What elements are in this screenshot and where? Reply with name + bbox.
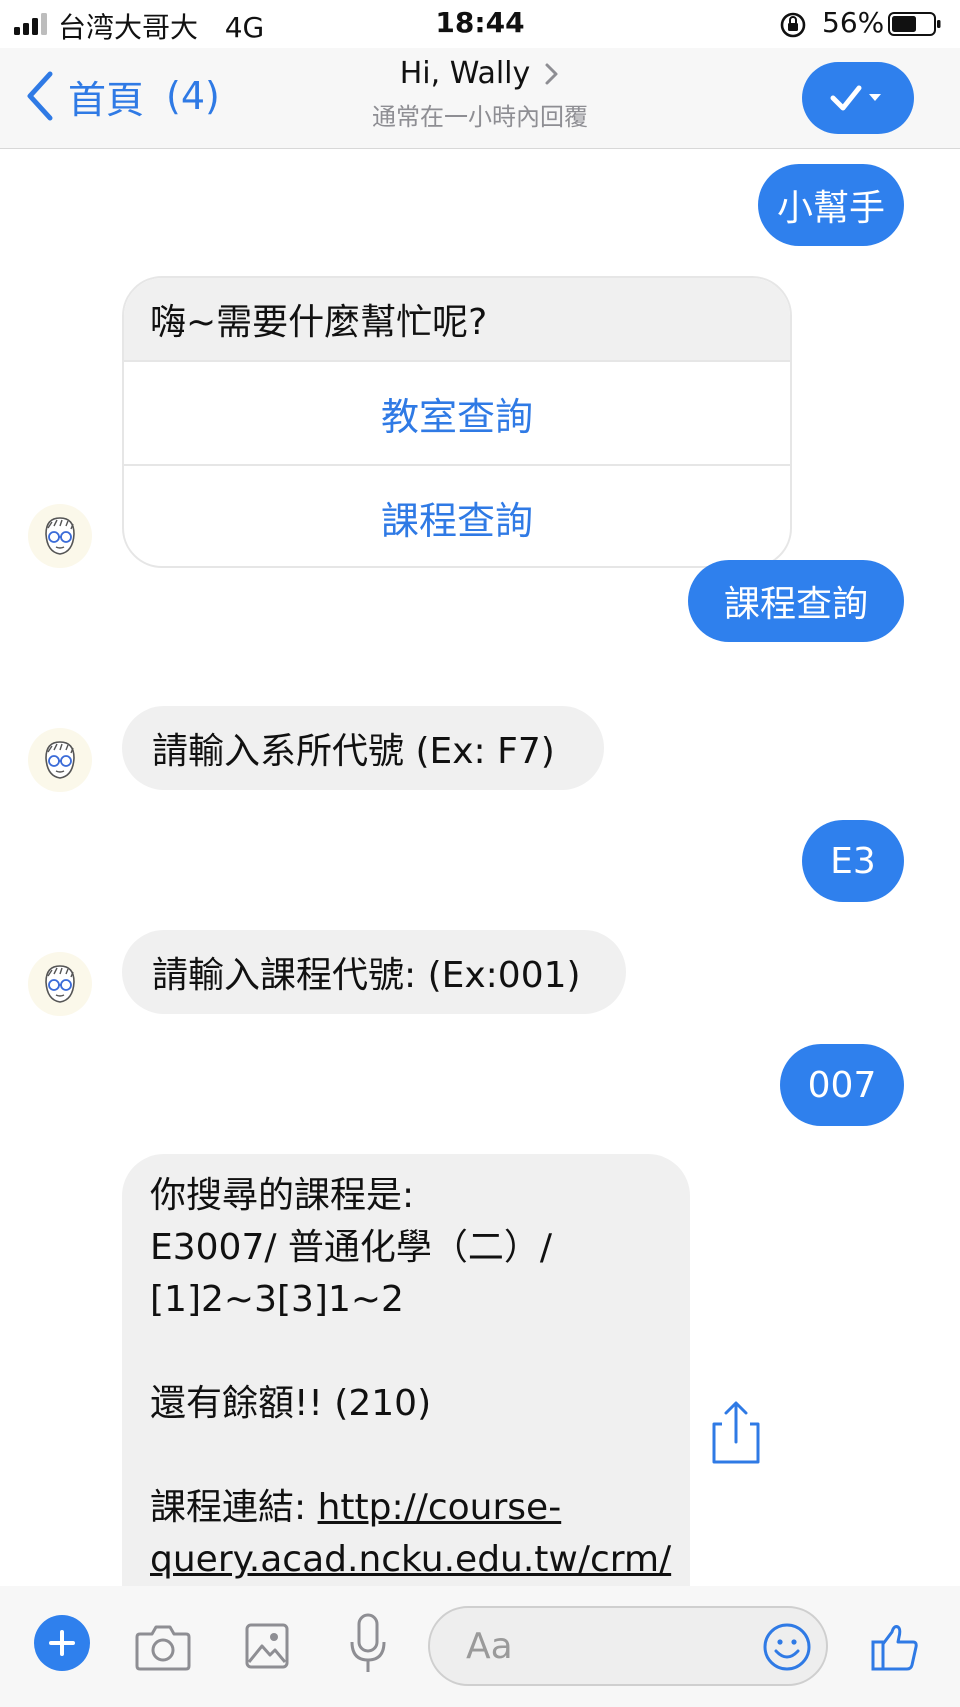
bot-avatar-icon	[29, 953, 91, 1015]
chat-thread[interactable]: 小幫手 嗨~需要什麼幫忙呢? 教室查詢 課程查詢 課程查詢 請輸入系所代號 (E…	[0, 150, 960, 1586]
result-link-label: 課程連結:	[150, 1487, 318, 1528]
status-bar: 台湾大哥大 4G 18:44 56%	[0, 0, 960, 48]
bot-avatar-icon	[29, 505, 91, 567]
message-incoming: 請輸入系所代號 (Ex: F7)	[122, 706, 604, 790]
classroom-query-button[interactable]: 教室查詢	[124, 362, 790, 464]
message-incoming: 請輸入課程代號: (Ex:001)	[122, 930, 626, 1014]
message-input[interactable]	[464, 1624, 748, 1668]
message-outgoing: 課程查詢	[688, 560, 904, 642]
result-line: [1]2~3[3]1~2	[150, 1279, 404, 1320]
microphone-icon[interactable]	[348, 1612, 388, 1678]
message-composer	[0, 1586, 960, 1707]
result-link-row: query.acad.ncku.edu.tw/crm/	[150, 1534, 671, 1586]
check-icon	[830, 85, 881, 111]
course-result-message: 你搜尋的課程是: E3007/ 普通化學（二）/ [1]2~3[3]1~2 還有…	[122, 1154, 690, 1586]
battery-icon	[888, 12, 941, 36]
message-outgoing: 007	[780, 1044, 904, 1126]
emoji-icon[interactable]	[762, 1622, 812, 1672]
checkmark-menu-button[interactable]	[802, 62, 914, 134]
share-icon[interactable]	[708, 1398, 764, 1468]
add-button[interactable]	[34, 1615, 90, 1671]
avatar[interactable]	[28, 952, 92, 1016]
result-line: E3007/ 普通化學（二）/	[150, 1227, 553, 1268]
nav-bar: 首頁 (4) Hi, Wally 通常在一小時內回覆	[0, 48, 960, 149]
battery-percent: 56%	[822, 6, 885, 39]
message-outgoing: 小幫手	[758, 164, 904, 246]
page-title: Hi, Wally	[399, 56, 531, 91]
quick-reply-card: 嗨~需要什麼幫忙呢? 教室查詢 課程查詢	[122, 276, 792, 568]
course-query-button[interactable]: 課程查詢	[124, 464, 790, 566]
message-input-box[interactable]	[428, 1606, 828, 1686]
image-icon[interactable]	[244, 1622, 290, 1670]
result-link-row: 課程連結: http://course-	[150, 1482, 662, 1534]
thumbs-up-icon[interactable]	[870, 1622, 920, 1672]
rotation-lock-icon	[780, 12, 806, 38]
result-line: 你搜尋的課程是:	[150, 1175, 415, 1216]
course-link[interactable]: http://course-	[318, 1487, 562, 1528]
bot-avatar-icon	[29, 729, 91, 791]
chevron-right-icon	[545, 63, 558, 84]
avatar[interactable]	[28, 504, 92, 568]
message-outgoing: E3	[802, 820, 904, 902]
clock: 18:44	[435, 6, 525, 39]
avatar[interactable]	[28, 728, 92, 792]
course-link[interactable]: query.acad.ncku.edu.tw/crm/	[150, 1539, 671, 1580]
plus-icon	[49, 1630, 75, 1656]
camera-icon[interactable]	[134, 1622, 192, 1672]
result-line: 還有餘額!! (210)	[150, 1383, 432, 1424]
card-prompt: 嗨~需要什麼幫忙呢?	[124, 278, 790, 362]
